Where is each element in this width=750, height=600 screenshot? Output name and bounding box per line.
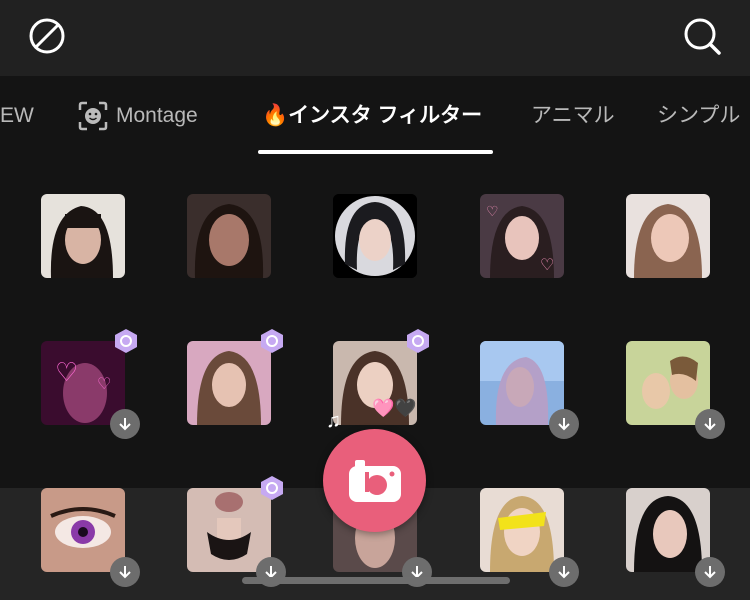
- download-icon: [704, 418, 716, 431]
- premium-badge-icon: [405, 328, 431, 354]
- premium-badge-icon: [259, 328, 285, 354]
- search-button[interactable]: [680, 14, 724, 58]
- search-icon: [684, 18, 721, 55]
- download-icon: [558, 566, 570, 579]
- camera-icon: [348, 459, 401, 502]
- download-button[interactable]: [110, 557, 140, 587]
- download-button[interactable]: [695, 409, 725, 439]
- filter-thumb[interactable]: [626, 341, 710, 425]
- svg-text:♡: ♡: [486, 203, 499, 219]
- download-button[interactable]: [695, 557, 725, 587]
- svg-text:♡: ♡: [540, 257, 554, 274]
- svg-text:♡: ♡: [55, 357, 78, 387]
- tab-new[interactable]: EW: [0, 100, 34, 132]
- premium-badge-icon: [113, 328, 139, 354]
- filter-thumb[interactable]: [626, 488, 710, 572]
- tab-montage[interactable]: Montage: [78, 100, 198, 132]
- face-scan-icon: [78, 102, 108, 131]
- tab-simple[interactable]: シンプル: [657, 100, 740, 132]
- svg-text:♡: ♡: [97, 376, 111, 393]
- filter-thumb[interactable]: [626, 194, 710, 278]
- filter-thumb[interactable]: [480, 341, 564, 425]
- download-button[interactable]: [549, 557, 579, 587]
- active-tab-indicator: [258, 150, 493, 154]
- download-button[interactable]: [549, 409, 579, 439]
- filter-thumb[interactable]: [480, 488, 564, 572]
- download-icon: [119, 418, 131, 431]
- filter-thumb[interactable]: [41, 488, 125, 572]
- filter-thumb[interactable]: [187, 194, 271, 278]
- tab-animal[interactable]: アニマル: [531, 100, 615, 132]
- top-bar: [0, 0, 750, 76]
- filter-thumb[interactable]: [333, 194, 417, 278]
- filter-thumb[interactable]: [41, 194, 125, 278]
- camera-button[interactable]: [323, 429, 426, 532]
- home-indicator[interactable]: [242, 577, 510, 584]
- download-button[interactable]: [110, 409, 140, 439]
- download-icon: [119, 566, 131, 579]
- download-icon: [558, 418, 570, 431]
- music-note-icon: ♫: [326, 410, 341, 432]
- tab-insta-filter[interactable]: 🔥インスタ フィルター: [262, 100, 482, 132]
- no-filter-button[interactable]: [25, 14, 69, 58]
- download-icon: [704, 566, 716, 579]
- premium-badge-icon: [259, 475, 285, 501]
- no-filter-icon: [29, 18, 65, 54]
- filter-thumb[interactable]: ♡ ♡: [480, 194, 564, 278]
- hearts-decoration: 🩷🖤: [372, 398, 417, 418]
